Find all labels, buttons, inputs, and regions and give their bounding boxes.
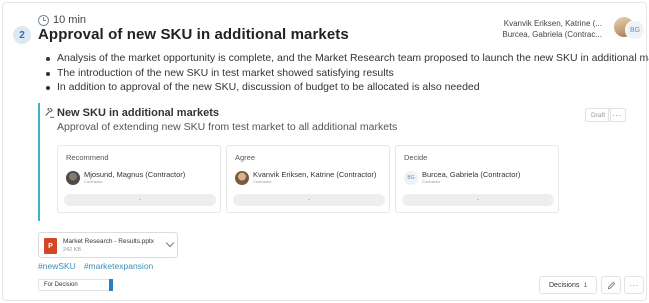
person-role: Contractor (253, 179, 272, 184)
pencil-icon (607, 281, 615, 289)
decision-description: Approval of extending new SKU from test … (57, 121, 398, 133)
decision-more-button[interactable]: ··· (608, 108, 626, 122)
agenda-item-card: 10 min 2 Approval of new SKU in addition… (2, 2, 649, 301)
gavel-icon (45, 108, 55, 118)
tag-link[interactable]: #newSKU (38, 261, 76, 271)
person-role: Contractor (84, 179, 103, 184)
note-bullet: Analysis of the market opportunity is co… (43, 51, 649, 66)
decision-title[interactable]: New SKU in additional markets (57, 107, 219, 119)
item-number-badge: 2 (13, 26, 31, 44)
presenter-name: Kvanvik Eriksen, Katrine (... (503, 19, 602, 28)
role-person[interactable]: Mjosund, Magnus (Contractor) Contractor (66, 170, 185, 185)
item-title[interactable]: Approval of new SKU in additional market… (38, 26, 349, 43)
chevron-down-icon[interactable] (165, 238, 175, 248)
role-person[interactable]: Kvanvik Eriksen, Katrine (Contractor) Co… (235, 170, 376, 185)
role-label: Agree (235, 153, 256, 162)
duration-label: 10 min (53, 14, 87, 26)
person-name: Kvanvik Eriksen, Katrine (Contractor) (253, 170, 377, 179)
person-name: Burcea, Gabriela (Contractor) (422, 170, 521, 179)
avatar-initials[interactable]: BG (625, 20, 645, 40)
item-notes: Analysis of the market opportunity is co… (43, 51, 649, 95)
status-color-bar (109, 279, 113, 291)
status-field[interactable]: For Decision (38, 279, 110, 291)
attachment-name: Market Research - Results.pptx (63, 238, 155, 245)
role-response-pill[interactable]: - (233, 194, 385, 206)
note-bullet: The introduction of the new SKU in test … (43, 66, 649, 81)
tag-link[interactable]: #marketexpansion (84, 261, 153, 271)
edit-button[interactable] (601, 276, 621, 294)
attachment-size: 242 KB (63, 247, 82, 253)
role-card-recommend: Recommend Mjosund, Magnus (Contractor) C… (57, 145, 221, 213)
person-name: Mjosund, Magnus (Contractor) (84, 170, 186, 179)
attachment-card[interactable]: P Market Research - Results.pptx 242 KB (38, 232, 178, 258)
decisions-button[interactable]: Decisions 1 (539, 276, 597, 294)
role-response-pill[interactable]: - (402, 194, 554, 206)
role-label: Recommend (66, 153, 109, 162)
decisions-label: Decisions (549, 281, 580, 289)
role-person[interactable]: BG Burcea, Gabriela (Contractor) Contrac… (404, 170, 520, 185)
note-bullet: In addition to approval of the new SKU, … (43, 80, 649, 95)
person-role: Contractor (422, 179, 441, 184)
avatar (66, 170, 80, 185)
avatar (235, 170, 249, 185)
role-card-decide: Decide BG Burcea, Gabriela (Contractor) … (395, 145, 559, 213)
duration: 10 min (38, 14, 86, 26)
decision-block: New SKU in additional markets Approval o… (38, 103, 636, 221)
role-label: Decide (404, 153, 428, 162)
clock-icon (38, 14, 49, 26)
presenters-list[interactable]: Kvanvik Eriksen, Katrine (... Burcea, Ga… (502, 18, 602, 40)
role-response-pill[interactable]: - (64, 194, 216, 206)
decisions-count: 1 (583, 281, 588, 289)
role-card-agree: Agree Kvanvik Eriksen, Katrine (Contract… (226, 145, 390, 213)
presenter-name: Burcea, Gabriela (Contrac... (502, 30, 602, 39)
more-button[interactable]: ··· (624, 276, 644, 294)
ppt-file-icon: P (44, 238, 57, 254)
tag-list: #newSKU #marketexpansion (38, 261, 153, 271)
avatar-initials: BG (404, 170, 418, 185)
